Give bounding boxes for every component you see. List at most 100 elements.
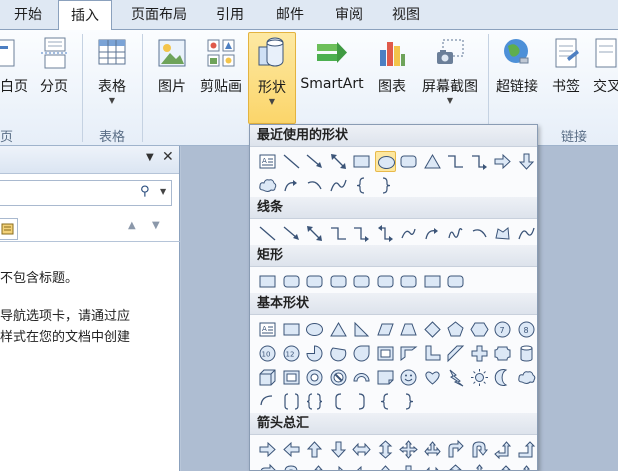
shape-lrarrow-icon[interactable] [351,439,372,460]
tab-view[interactable]: 视图 [380,0,432,30]
shape-heart-icon[interactable] [422,367,443,388]
shape-pent-icon[interactable] [445,319,466,340]
shape-rrect-icon[interactable] [281,271,302,292]
shape-rect-icon[interactable] [351,151,372,172]
shape-lbracket-icon[interactable] [328,391,349,412]
table-button[interactable]: 表格 ▼ [92,36,132,106]
shape-cloud-icon[interactable] [257,175,278,196]
screenshot-button[interactable]: 屏幕截图 ▼ [416,36,484,106]
shape-scribble-icon[interactable] [445,223,466,244]
next-arrow-icon[interactable]: ▼ [152,220,160,231]
hyperlink-button[interactable]: 超链接 [492,36,542,96]
shape-can-icon[interactable] [516,343,537,364]
shape-dblbracket-icon[interactable] [281,391,302,412]
shape-rrect-icon[interactable] [398,271,419,292]
picture-button[interactable]: 图片 [152,36,192,96]
shape-curved-icon[interactable] [398,223,419,244]
shape-elbow-icon[interactable] [445,151,466,172]
shape-uturn-icon[interactable] [281,463,302,470]
shape-tri-icon[interactable] [328,319,349,340]
shape-smiley-icon[interactable] [398,367,419,388]
shape-rrect-icon[interactable] [375,271,396,292]
shape-para-icon[interactable] [375,319,396,340]
shape-lrup-arrow-icon[interactable] [422,439,443,460]
shape-lup-arrow-icon[interactable] [304,463,325,470]
shape-uarrow-icon[interactable] [375,463,396,470]
shape-darrow-icon[interactable] [328,439,349,460]
shape-curvearrow-icon[interactable] [281,175,302,196]
shape-bevel-icon[interactable] [281,367,302,388]
shape-lbrace-icon[interactable] [375,391,396,412]
clipart-button[interactable]: 剪贴画 [196,36,246,96]
shape-rbracket-icon[interactable] [351,391,372,412]
shape-darrow-icon[interactable] [516,151,537,172]
shape-elbow-icon[interactable] [328,223,349,244]
shape-rrect-icon[interactable] [351,271,372,292]
shape-line-icon[interactable] [281,151,302,172]
tab-home[interactable]: 开始 [0,0,56,30]
shape-udarrow-icon[interactable] [375,439,396,460]
tab-mailings[interactable]: 邮件 [262,0,318,30]
shapes-button[interactable]: 形状 ▼ [248,32,296,124]
shape-rrect-icon[interactable] [398,151,419,172]
search-icon[interactable]: ⚲ [140,184,150,199]
shape-lbrace-icon[interactable] [351,175,372,196]
shape-plaque-icon[interactable] [492,343,513,364]
shape-rbrace-icon[interactable] [375,175,396,196]
shape-elbowdbl-icon[interactable] [375,223,396,244]
shape-hex-icon[interactable] [469,319,490,340]
shape-elbowarrow-icon[interactable] [469,151,490,172]
shape-dblbrace-icon[interactable] [304,391,325,412]
shape-curve-icon[interactable] [516,223,537,244]
tab-insert[interactable]: 插入 [58,0,112,31]
close-icon[interactable]: ✕ [162,149,174,165]
shape-larrow-icon[interactable] [281,439,302,460]
shape-rect-icon[interactable] [281,319,302,340]
shape-cube-icon[interactable] [257,367,278,388]
shape-rrect-icon[interactable] [445,271,466,292]
shape-sun-icon[interactable] [469,367,490,388]
tab-review[interactable]: 审阅 [324,0,374,30]
shape-arrowline-icon[interactable] [281,223,302,244]
tab-pages-view[interactable] [0,218,18,240]
shape-arc2-icon[interactable] [257,391,278,412]
search-input[interactable]: ⚲ ▼ [0,180,172,206]
shape-oval-icon[interactable] [304,319,325,340]
page-break-button[interactable]: 分页 [34,36,74,96]
cover-page-button[interactable]: 白页 [0,36,28,96]
shape-bentup-icon[interactable] [516,439,537,460]
shape-teardrop-icon[interactable] [351,343,372,364]
shape-rbrace-icon[interactable] [398,391,419,412]
shape-rrect-icon[interactable] [328,271,349,292]
cross-reference-button[interactable]: 交叉 [590,36,618,96]
bookmark-button[interactable]: 书签 [546,36,586,96]
shape-diamond-icon[interactable] [422,319,443,340]
shape-chord-icon[interactable] [328,343,349,364]
shape-blockarc-icon[interactable] [351,367,372,388]
chart-button[interactable]: 图表 [372,36,412,96]
shape-textbox-icon[interactable]: A [257,319,278,340]
shape-rtri-icon[interactable] [351,319,372,340]
shape-lrarrow-icon[interactable] [422,463,443,470]
shape-uarrow-icon[interactable] [304,439,325,460]
shape-larrow-icon[interactable] [351,463,372,470]
shape-dblarrow-icon[interactable] [304,223,325,244]
shape-rect-icon[interactable] [422,271,443,292]
shape-bentarrow-icon[interactable] [257,463,278,470]
shape-lup-arrow-icon[interactable] [492,439,513,460]
tab-page-layout[interactable]: 页面布局 [116,0,202,30]
shape-udarrow-icon[interactable] [445,463,466,470]
shape-quadarrow-icon[interactable] [398,439,419,460]
shape-rarrow-icon[interactable] [328,463,349,470]
shape-curve-icon[interactable] [328,175,349,196]
shape-quadarrow-icon[interactable] [469,463,490,470]
shape-arc-icon[interactable] [469,223,490,244]
tab-references[interactable]: 引用 [204,0,256,30]
shape-lightning-icon[interactable] [445,367,466,388]
shape-arrowline-icon[interactable] [304,151,325,172]
shape-moon-icon[interactable] [492,367,513,388]
shape-dec-icon[interactable]: 10 [257,343,278,364]
previous-arrow-icon[interactable]: ▲ [128,220,136,231]
shape-freeform-icon[interactable] [492,223,513,244]
shape-rrect-icon[interactable] [304,271,325,292]
